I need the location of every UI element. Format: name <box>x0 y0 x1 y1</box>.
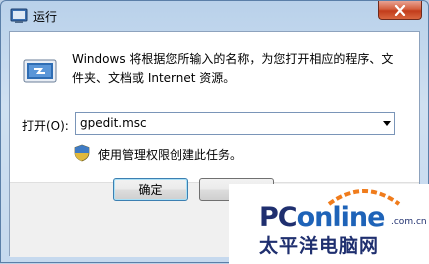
open-label: 打开(O): <box>22 119 69 133</box>
run-app-icon <box>10 8 28 23</box>
ok-button[interactable]: 确定 <box>113 178 188 201</box>
close-button[interactable] <box>378 1 422 20</box>
watermark-chinese: 太平洋电脑网 <box>259 235 380 257</box>
window-title: 运行 <box>33 10 58 24</box>
watermark-logo: PConline <box>259 202 386 233</box>
dropdown-arrow-icon[interactable] <box>383 121 391 126</box>
run-description: Windows 将根据您所输入的名称，为您打开相应的程序、文件夹、文档或 Int… <box>72 52 394 85</box>
pconline-watermark: PConline .com.cn 太平洋电脑网 <box>229 184 429 264</box>
close-icon <box>394 4 406 16</box>
logo-pc: PC <box>259 202 298 233</box>
admin-note: 使用管理权限创建此任务。 <box>98 148 243 162</box>
logo-online: online <box>296 202 386 233</box>
watermark-domain: .com.cn <box>391 217 427 227</box>
open-input[interactable]: gpedit.msc <box>80 116 147 130</box>
run-icon <box>23 59 57 83</box>
title-bar[interactable]: 运行 <box>1 1 428 31</box>
open-combobox[interactable]: gpedit.msc <box>75 112 395 135</box>
run-dialog: 运行 Windows 将根据您所输入的名称，为您打开相应的程序、文件夹、文档或 … <box>0 0 429 264</box>
uac-shield-icon <box>74 144 90 162</box>
